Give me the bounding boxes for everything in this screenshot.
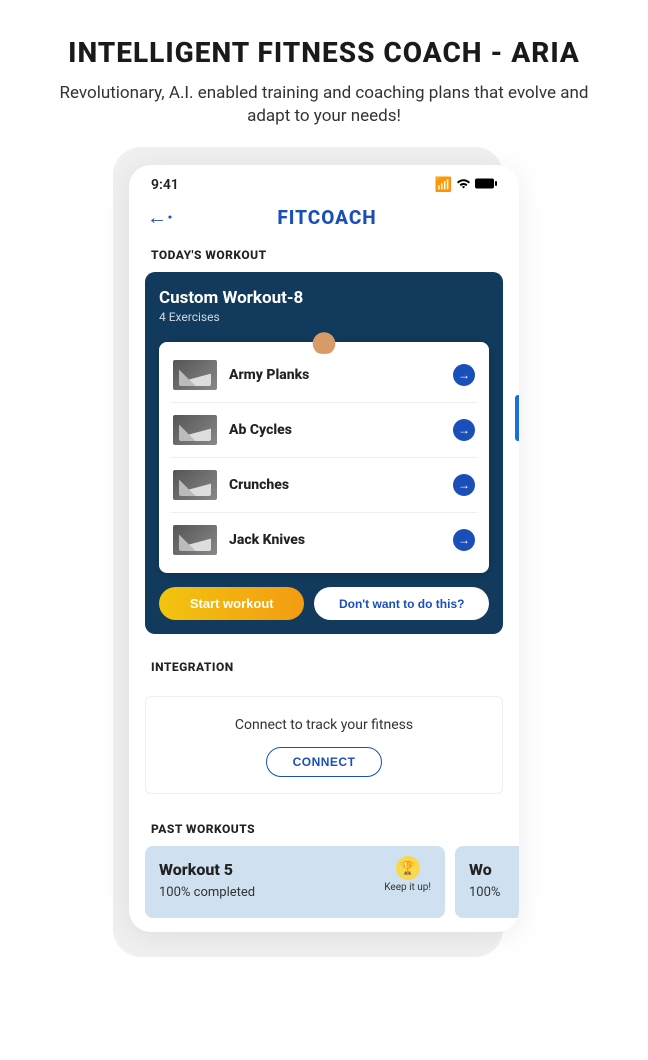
connect-button[interactable]: CONNECT <box>266 747 383 777</box>
wifi-icon <box>456 177 471 193</box>
exercise-thumb <box>173 525 217 555</box>
arrow-right-icon[interactable]: → <box>453 474 475 496</box>
integration-text: Connect to track your fitness <box>158 717 490 733</box>
exercise-name: Ab Cycles <box>229 422 441 438</box>
start-workout-button[interactable]: Start workout <box>159 587 304 620</box>
app-bar: ←· FITCOACH <box>129 197 519 240</box>
arrow-right-icon[interactable]: → <box>453 529 475 551</box>
past-workout-card[interactable]: Wo 100% <box>455 846 519 918</box>
skip-workout-button[interactable]: Don't want to do this? <box>314 587 489 620</box>
status-bar: 9:41 📶 <box>129 165 519 197</box>
status-time: 9:41 <box>151 177 179 193</box>
past-workout-card[interactable]: 🏆 Keep it up! Workout 5 100% completed <box>145 846 445 918</box>
side-scroll-indicator <box>515 395 519 441</box>
signal-icon: 📶 <box>435 177 452 193</box>
status-icons: 📶 <box>435 177 497 193</box>
arrow-right-icon[interactable]: → <box>453 419 475 441</box>
exercise-thumb <box>173 470 217 500</box>
trophy-icon: 🏆 <box>396 856 420 880</box>
arrow-right-icon[interactable]: → <box>453 364 475 386</box>
exercise-thumb <box>173 415 217 445</box>
past-workout-title: Wo <box>469 860 519 879</box>
app-title: FITCOACH <box>153 206 501 229</box>
trophy-label: Keep it up! <box>384 882 431 893</box>
page-headline: INTELLIGENT FITNESS COACH - ARIA <box>0 36 648 70</box>
workout-title: Custom Workout-8 <box>159 288 489 308</box>
exercise-row[interactable]: Crunches → <box>171 458 477 513</box>
exercise-name: Crunches <box>229 477 441 493</box>
exercise-row[interactable]: Ab Cycles → <box>171 403 477 458</box>
phone-frame: 9:41 📶 ←· FITCOACH TODAY'S WORKOUT Custo… <box>129 165 519 932</box>
exercise-thumb <box>173 360 217 390</box>
section-past-label: PAST WORKOUTS <box>129 814 519 846</box>
trophy-badge: 🏆 Keep it up! <box>384 856 431 893</box>
workout-subtitle: 4 Exercises <box>159 310 489 324</box>
exercise-list: Army Planks → Ab Cycles → Crunches → Jac… <box>159 342 489 573</box>
battery-icon <box>475 177 497 193</box>
exercise-name: Jack Knives <box>229 532 441 548</box>
exercise-name: Army Planks <box>229 367 441 383</box>
exercise-row[interactable]: Jack Knives → <box>171 513 477 567</box>
exercise-row[interactable]: Army Planks → <box>171 348 477 403</box>
page-subheadline: Revolutionary, A.I. enabled training and… <box>0 82 648 130</box>
past-workout-completion: 100% <box>469 885 519 900</box>
past-workouts-row[interactable]: 🏆 Keep it up! Workout 5 100% completed W… <box>129 846 519 918</box>
section-integration-label: INTEGRATION <box>129 652 519 684</box>
integration-card: Connect to track your fitness CONNECT <box>145 696 503 794</box>
section-today-label: TODAY'S WORKOUT <box>129 240 519 272</box>
today-workout-card: Custom Workout-8 4 Exercises Army Planks… <box>145 272 503 634</box>
